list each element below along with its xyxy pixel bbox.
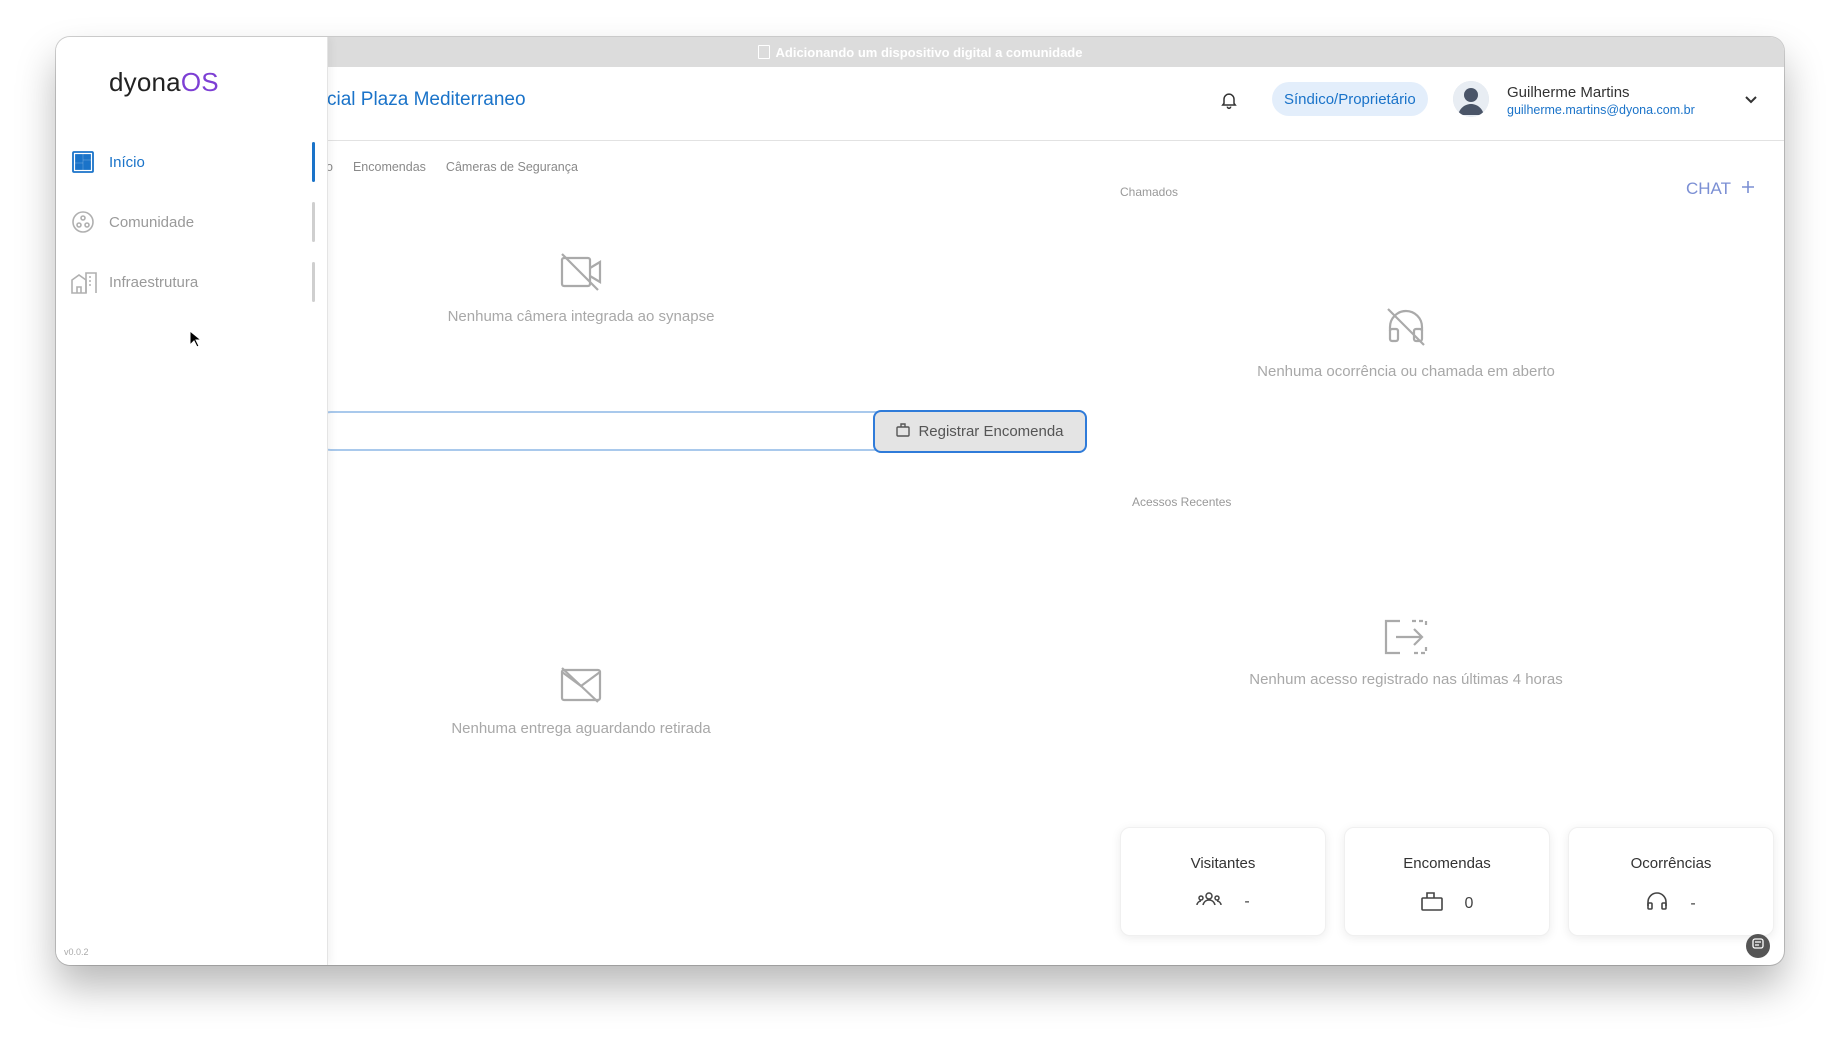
chevron-down-icon[interactable] (1744, 92, 1758, 110)
chat-label: CHAT (1686, 179, 1732, 198)
camera-off-icon (306, 250, 856, 294)
app-window: Adicionando um dispositivo digital a com… (56, 37, 1784, 965)
chat-button[interactable]: CHAT (1686, 179, 1755, 199)
chat-icon (1751, 937, 1765, 956)
support-icon (1646, 891, 1668, 916)
stat-value: - (1244, 892, 1250, 910)
entregas-empty-text: Nenhuma entrega aguardando retirada (451, 720, 711, 737)
app-version: v0.0.2 (64, 947, 89, 957)
window-title-text: Adicionando um dispositivo digital a com… (775, 44, 1083, 60)
inactive-indicator (312, 202, 315, 242)
stat-title: Visitantes (1190, 855, 1256, 872)
mouse-pointer-icon (189, 329, 203, 353)
access-icon (1246, 617, 1566, 657)
buildings-icon (71, 270, 97, 299)
acessos-empty-state: Nenhum acesso registrado nas últimas 4 h… (1246, 617, 1566, 688)
tab-encomendas[interactable]: Encomendas (353, 160, 426, 174)
entregas-empty-state: Nenhuma entrega aguardando retirada (306, 664, 856, 737)
sidebar-item-inicio[interactable]: Início (56, 142, 327, 182)
logo-accent-text: OS (180, 67, 219, 97)
sidebar-item-label: Comunidade (109, 213, 195, 231)
avatar[interactable] (1453, 81, 1489, 117)
chamados-label: Chamados (1120, 185, 1179, 199)
logo-main-text: dyona (109, 67, 181, 97)
sidebar: dyonaOS Início Comunidade Infraestrutura… (56, 37, 328, 965)
condominium-name: cial Plaza Mediterraneo (327, 89, 526, 110)
stat-value: 0 (1464, 894, 1474, 912)
acessos-recentes-label: Acessos Recentes (1132, 495, 1232, 509)
dyona-logo: dyonaOS (109, 67, 219, 98)
user-email: guilherme.martins@dyona.com.br (1507, 103, 1695, 117)
package-icon (1420, 891, 1443, 916)
document-icon (757, 45, 770, 59)
active-indicator (312, 142, 315, 182)
package-icon (896, 422, 911, 441)
stat-title: Encomendas (1403, 855, 1491, 872)
community-icon (71, 210, 95, 239)
chamados-empty-text: Nenhuma ocorrência ou chamada em aberto (1257, 363, 1555, 380)
headset-off-icon (1246, 305, 1566, 349)
window-title: Adicionando um dispositivo digital a com… (757, 44, 1083, 60)
chat-fab[interactable] (1746, 934, 1770, 958)
mail-off-icon (306, 664, 856, 706)
package-search-input[interactable] (311, 411, 906, 451)
visitors-icon (1196, 891, 1223, 912)
cameras-empty-text: Nenhuma câmera integrada ao synapse (447, 308, 715, 325)
sub-tabs: o Encomendas Câmeras de Segurança (326, 160, 578, 174)
bell-icon[interactable] (1219, 90, 1239, 115)
cameras-empty-state: Nenhuma câmera integrada ao synapse (306, 250, 856, 325)
stat-title: Ocorrências (1630, 855, 1712, 872)
role-badge[interactable]: Síndico/Proprietário (1272, 82, 1428, 116)
register-package-button[interactable]: Registrar Encomenda (873, 410, 1087, 453)
inactive-indicator (312, 262, 315, 302)
sidebar-item-label: Início (109, 153, 145, 171)
sidebar-item-infraestrutura[interactable]: Infraestrutura (56, 262, 327, 302)
sidebar-item-comunidade[interactable]: Comunidade (56, 202, 327, 242)
stat-card-encomendas[interactable]: Encomendas 0 (1344, 827, 1550, 936)
plus-icon (1741, 179, 1755, 199)
stat-value: - (1690, 894, 1696, 912)
stat-card-visitantes[interactable]: Visitantes - (1120, 827, 1326, 936)
stat-card-ocorrencias[interactable]: Ocorrências - (1568, 827, 1774, 936)
user-name: Guilherme Martins (1507, 84, 1630, 101)
sidebar-item-label: Infraestrutura (109, 273, 199, 291)
chamados-empty-state: Nenhuma ocorrência ou chamada em aberto (1246, 305, 1566, 380)
dashboard-icon (71, 150, 95, 179)
acessos-empty-text: Nenhum acesso registrado nas últimas 4 h… (1249, 671, 1563, 688)
tab-cameras[interactable]: Câmeras de Segurança (446, 160, 578, 174)
register-package-label: Registrar Encomenda (918, 423, 1064, 440)
